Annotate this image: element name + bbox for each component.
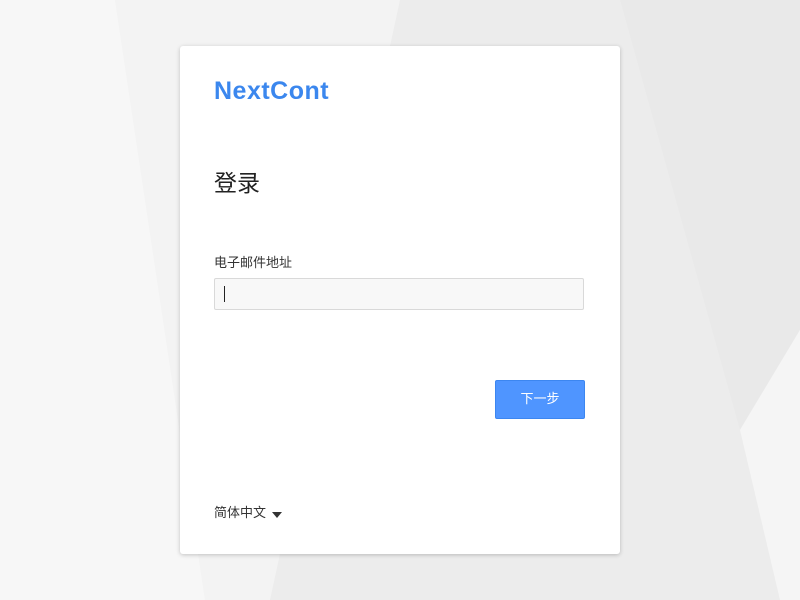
brand-logo: NextCont <box>214 77 330 105</box>
language-selected-label: 简体中文 <box>214 506 267 521</box>
text-cursor <box>224 286 225 302</box>
login-card: NextCont 登录 电子邮件地址 下一步 简体中文 <box>180 46 620 554</box>
email-field[interactable] <box>214 278 584 310</box>
language-selector[interactable]: 简体中文 <box>214 504 283 524</box>
email-field-label: 电子邮件地址 <box>214 256 293 271</box>
next-button[interactable]: 下一步 <box>495 380 585 419</box>
page-title: 登录 <box>214 171 260 197</box>
caret-down-icon <box>272 511 283 518</box>
